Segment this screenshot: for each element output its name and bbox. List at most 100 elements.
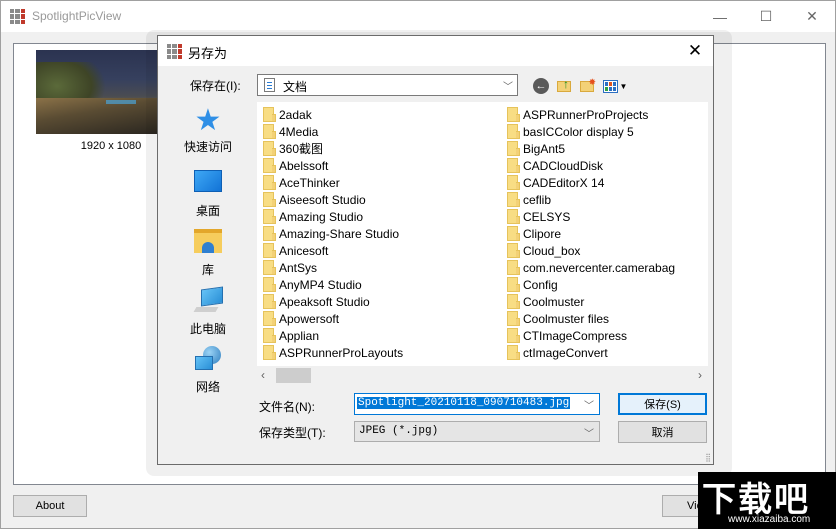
folder-item[interactable]: Apowersoft <box>263 310 403 327</box>
folder-icon <box>507 124 520 139</box>
folder-item[interactable]: ASPRunnerProLayouts <box>263 344 403 361</box>
filename-value: Spotlight_20210118_090710483.jpg <box>357 397 571 409</box>
folder-item[interactable]: AnyMP4 Studio <box>263 276 403 293</box>
title-bar: SpotlightPicView — ☐ ✕ <box>1 1 835 32</box>
folder-item[interactable]: 2adak <box>263 106 403 123</box>
chevron-down-icon: ﹀ <box>584 429 594 440</box>
folder-name: ASPRunnerProLayouts <box>279 345 404 360</box>
folder-icon <box>263 158 276 173</box>
scroll-left-icon[interactable]: ‹ <box>261 368 265 382</box>
image-thumbnail[interactable] <box>36 50 159 134</box>
folder-name: Config <box>523 277 558 292</box>
folder-item[interactable]: ASPRunnerProProjects <box>507 106 675 123</box>
chevron-down-icon: ﹀ <box>503 82 513 93</box>
horizontal-scrollbar[interactable]: ‹ › <box>257 366 708 385</box>
network-icon <box>193 346 223 376</box>
folder-name: CADCloudDisk <box>523 158 604 173</box>
dialog-close-button[interactable]: ✕ <box>680 38 710 64</box>
scrollbar-thumb[interactable] <box>276 368 311 383</box>
app-title: SpotlightPicView <box>32 9 122 23</box>
filetype-dropdown[interactable]: JPEG (*.jpg) ﹀ <box>354 421 600 442</box>
folder-icon <box>263 260 276 275</box>
folder-item[interactable]: Cloud_box <box>507 242 675 259</box>
file-column-2: ASPRunnerProProjects basICColor display 5… <box>507 106 675 361</box>
folder-icon <box>507 345 520 360</box>
dialog-app-icon <box>167 44 182 59</box>
documents-icon <box>264 78 275 92</box>
folder-icon <box>507 311 520 326</box>
folder-item[interactable]: BigAnt5 <box>507 140 675 157</box>
about-button[interactable]: About <box>13 495 87 517</box>
place-library[interactable]: 库 <box>176 226 240 278</box>
filetype-label: 保存类型(T): <box>259 426 326 440</box>
watermark-logo: 下载吧 www.xiazaiba.com <box>698 472 836 529</box>
folder-item[interactable]: 4Media <box>263 123 403 140</box>
folder-item[interactable]: com.nevercenter.camerabag <box>507 259 675 276</box>
save-in-label: 保存在(I): <box>190 79 241 93</box>
folder-item[interactable]: Config <box>507 276 675 293</box>
folder-icon <box>507 277 520 292</box>
folder-item[interactable]: AntSys <box>263 259 403 276</box>
place-label: 库 <box>201 263 214 277</box>
folder-item[interactable]: 360截图 <box>263 140 403 157</box>
chevron-down-icon[interactable]: ﹀ <box>584 397 594 412</box>
save-button[interactable]: 保存(S) <box>618 393 707 415</box>
folder-item[interactable]: ctImageConvert <box>507 344 675 361</box>
folder-item[interactable]: Coolmuster files <box>507 310 675 327</box>
folder-icon <box>507 192 520 207</box>
scroll-right-icon[interactable]: › <box>698 368 702 382</box>
filename-label: 文件名(N): <box>259 400 315 414</box>
folder-item[interactable]: CADEditorX 14 <box>507 174 675 191</box>
places-bar: ★ 快速访问 桌面 库 此电脑 网络 <box>176 102 240 402</box>
back-icon[interactable]: ← <box>532 77 550 95</box>
filename-input[interactable]: Spotlight_20210118_090710483.jpg ﹀ <box>354 393 600 415</box>
app-icon <box>10 9 25 24</box>
folder-icon <box>507 328 520 343</box>
folder-item[interactable]: Apeaksoft Studio <box>263 293 403 310</box>
maximize-button[interactable]: ☐ <box>743 1 789 32</box>
cancel-button[interactable]: 取消 <box>618 421 707 443</box>
folder-item[interactable]: AceThinker <box>263 174 403 191</box>
folder-item[interactable]: Aiseesoft Studio <box>263 191 403 208</box>
minimize-button[interactable]: — <box>697 1 743 32</box>
folder-name: 4Media <box>279 124 319 139</box>
folder-item[interactable]: CTImageCompress <box>507 327 675 344</box>
up-folder-icon[interactable]: ↑ <box>555 77 573 95</box>
place-label: 桌面 <box>195 204 220 218</box>
folder-item[interactable]: basICColor display 5 <box>507 123 675 140</box>
place-quick-access[interactable]: ★ 快速访问 <box>176 106 240 155</box>
folder-item[interactable]: Abelssoft <box>263 157 403 174</box>
folder-icon <box>263 328 276 343</box>
folder-icon <box>263 345 276 360</box>
folder-item[interactable]: CELSYS <box>507 208 675 225</box>
folder-name: Apeaksoft Studio <box>279 294 370 309</box>
folder-item[interactable]: Coolmuster <box>507 293 675 310</box>
folder-item[interactable]: ceflib <box>507 191 675 208</box>
folder-icon <box>263 175 276 190</box>
folder-icon <box>263 294 276 309</box>
folder-item[interactable]: Clipore <box>507 225 675 242</box>
folder-item[interactable]: Amazing Studio <box>263 208 403 225</box>
folder-item[interactable]: CADCloudDisk <box>507 157 675 174</box>
place-desktop[interactable]: 桌面 <box>176 166 240 219</box>
folder-item[interactable]: Anicesoft <box>263 242 403 259</box>
place-network[interactable]: 网络 <box>176 346 240 395</box>
folder-name: Amazing-Share Studio <box>279 226 400 241</box>
folder-name: Cloud_box <box>523 243 581 258</box>
close-button[interactable]: ✕ <box>789 1 835 32</box>
resize-grip-icon[interactable]: ⣿ <box>705 453 711 462</box>
place-this-pc[interactable]: 此电脑 <box>176 286 240 337</box>
folder-name: CELSYS <box>523 209 571 224</box>
folder-icon <box>263 141 276 156</box>
save-in-dropdown[interactable]: 文档 ﹀ <box>257 74 518 96</box>
view-menu-icon[interactable]: ▼ <box>602 77 628 95</box>
new-folder-icon[interactable]: ✸ <box>578 77 596 95</box>
file-list[interactable]: 2adak 4Media 360截图 Abelssoft AceThinker Aisee… <box>257 102 708 385</box>
folder-icon <box>507 260 520 275</box>
folder-item[interactable]: Amazing-Share Studio <box>263 225 403 242</box>
folder-name: basICColor display 5 <box>523 124 634 139</box>
folder-name: 2adak <box>279 107 312 122</box>
folder-item[interactable]: Applian <box>263 327 403 344</box>
folder-icon <box>263 107 276 122</box>
this-pc-icon <box>193 286 223 318</box>
